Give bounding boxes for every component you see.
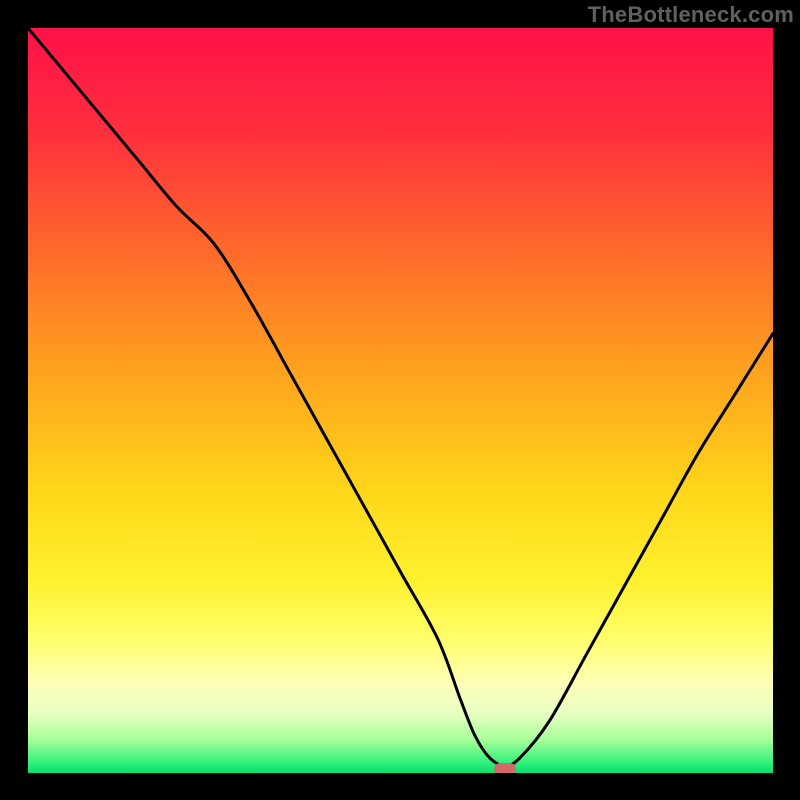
- chart-frame: TheBottleneck.com: [0, 0, 800, 800]
- minimum-marker: [494, 763, 516, 773]
- bottleneck-curve: [28, 28, 773, 773]
- plot-area: [28, 28, 773, 773]
- watermark-text: TheBottleneck.com: [588, 2, 794, 28]
